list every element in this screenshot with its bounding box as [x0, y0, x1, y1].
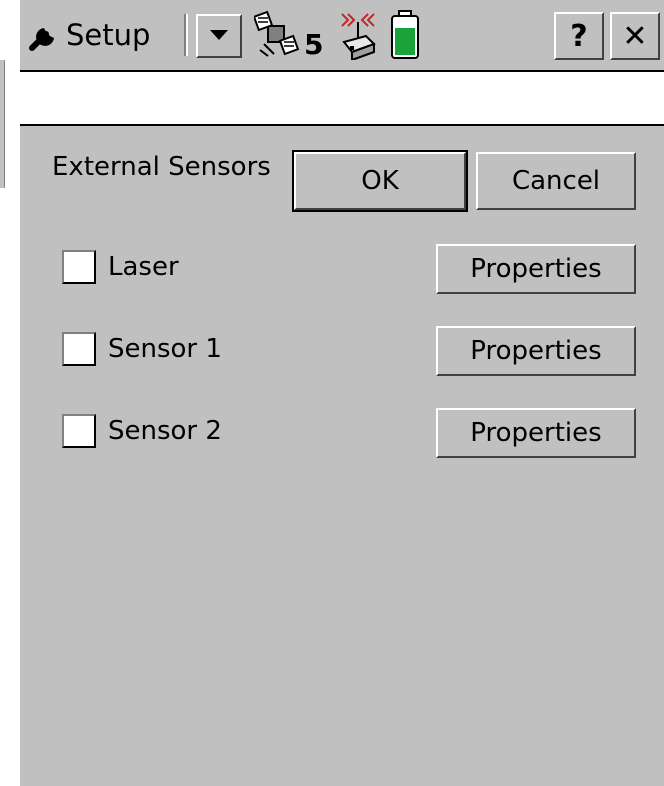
menu-separator: [184, 14, 188, 56]
setup-window: Setup 5 ? ✕ External Sensors OK Cancel L…: [20, 0, 664, 786]
laser-label: Laser: [108, 252, 179, 282]
laser-properties-button[interactable]: Properties: [436, 244, 636, 294]
cancel-button[interactable]: Cancel: [476, 152, 636, 210]
ok-button[interactable]: OK: [292, 150, 468, 212]
battery-icon[interactable]: [390, 10, 420, 60]
sensor-1-checkbox[interactable]: [62, 332, 96, 366]
background-window-edge: [0, 60, 5, 188]
app-dropdown-button[interactable]: [196, 14, 242, 58]
satellite-count: 5: [304, 28, 324, 61]
sensor-row-sensor-2: Sensor 2 Properties: [20, 408, 664, 458]
laser-checkbox[interactable]: [62, 250, 96, 284]
wrench-icon: [29, 24, 56, 51]
satellite-icon[interactable]: [254, 10, 300, 60]
close-button[interactable]: ✕: [610, 12, 660, 60]
sensor-2-properties-button[interactable]: Properties: [436, 408, 636, 458]
sensor-1-label: Sensor 1: [108, 334, 222, 364]
title-bar: Setup 5 ? ✕: [20, 0, 664, 72]
app-name: Setup: [66, 18, 151, 52]
app-menu[interactable]: Setup: [24, 8, 246, 62]
sensor-row-sensor-1: Sensor 1 Properties: [20, 326, 664, 376]
help-button[interactable]: ?: [554, 12, 604, 60]
sensor-2-label: Sensor 2: [108, 416, 222, 446]
sensor-1-properties-button[interactable]: Properties: [436, 326, 636, 376]
sensor-2-checkbox[interactable]: [62, 414, 96, 448]
triangle-down-icon: [210, 30, 228, 40]
form-title: External Sensors: [52, 152, 271, 182]
radio-antenna-icon[interactable]: [336, 10, 380, 60]
left-margin: [0, 0, 20, 786]
sensor-row-laser: Laser Properties: [20, 244, 664, 294]
input-bar[interactable]: [20, 72, 664, 126]
